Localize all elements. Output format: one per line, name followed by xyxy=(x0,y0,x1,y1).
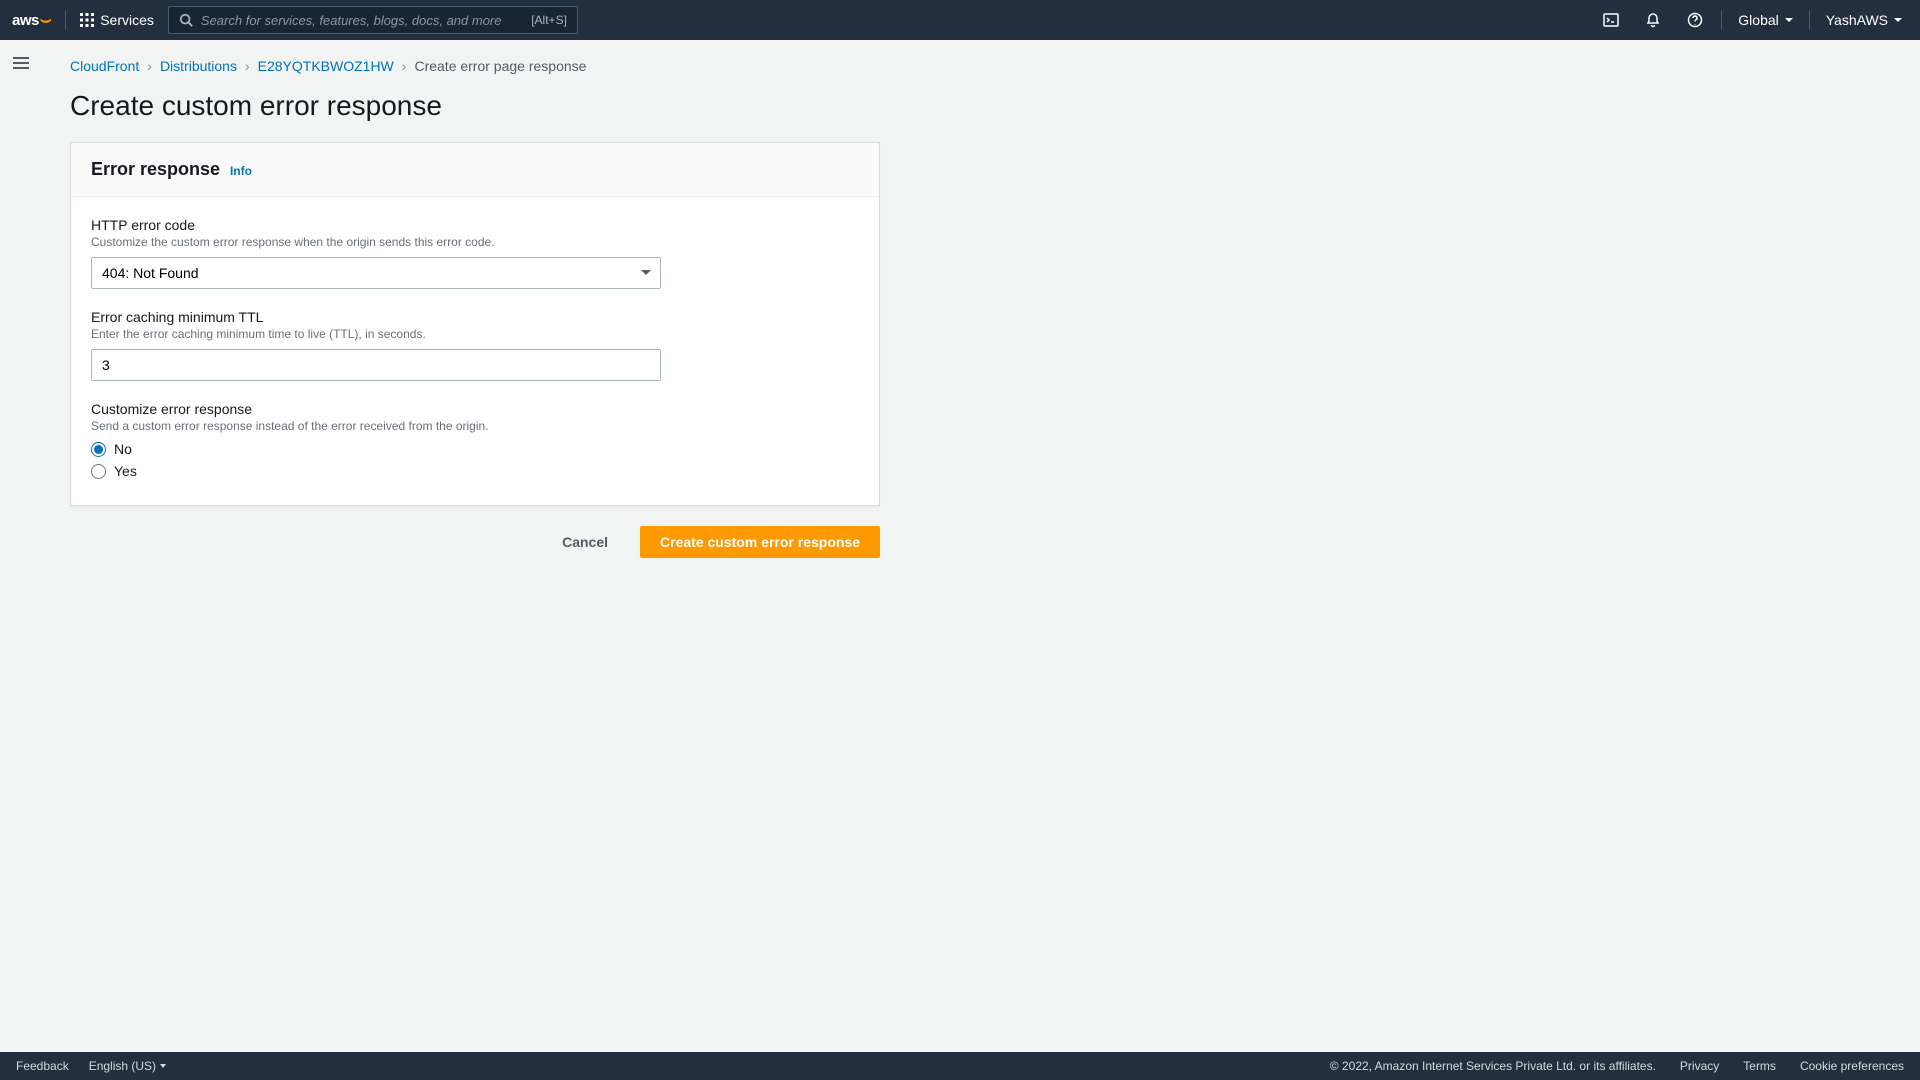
services-grid-icon xyxy=(80,13,94,27)
footer-left: Feedback English (US) xyxy=(16,1059,166,1073)
radio-label-yes[interactable]: Yes xyxy=(114,463,137,479)
side-nav-toggle[interactable] xyxy=(8,50,34,76)
chevron-right-icon: › xyxy=(147,58,152,74)
account-selector[interactable]: YashAWS xyxy=(1820,12,1908,28)
radio-label-no[interactable]: No xyxy=(114,441,132,457)
nav-divider xyxy=(1721,10,1722,30)
hamburger-icon xyxy=(13,57,29,69)
cookie-link[interactable]: Cookie preferences xyxy=(1800,1059,1904,1073)
button-row: Cancel Create custom error response xyxy=(70,526,880,558)
search-shortcut: [Alt+S] xyxy=(531,13,567,27)
field-ttl: Error caching minimum TTL Enter the erro… xyxy=(91,309,859,381)
field-desc: Send a custom error response instead of … xyxy=(91,419,859,433)
breadcrumb-link-cloudfront[interactable]: CloudFront xyxy=(70,58,139,74)
main-content: CloudFront › Distributions › E28YQTKBWOZ… xyxy=(40,40,1920,598)
panel-body: HTTP error code Customize the custom err… xyxy=(71,197,879,505)
breadcrumb-current: Create error page response xyxy=(414,58,586,74)
radio-row-no: No xyxy=(91,441,859,457)
breadcrumb-link-distributions[interactable]: Distributions xyxy=(160,58,237,74)
http-error-select[interactable]: 404: Not Found xyxy=(91,257,661,289)
chevron-right-icon: › xyxy=(402,58,407,74)
field-label: Customize error response xyxy=(91,401,859,417)
feedback-link[interactable]: Feedback xyxy=(16,1059,69,1073)
region-selector[interactable]: Global xyxy=(1732,12,1798,28)
field-label: Error caching minimum TTL xyxy=(91,309,859,325)
top-nav: aws⌣ Services [Alt+S] Global xyxy=(0,0,1920,40)
field-label: HTTP error code xyxy=(91,217,859,233)
nav-divider xyxy=(65,10,66,30)
field-desc: Customize the custom error response when… xyxy=(91,235,859,249)
chevron-right-icon: › xyxy=(245,58,250,74)
help-icon[interactable] xyxy=(1679,4,1711,36)
language-selector[interactable]: English (US) xyxy=(89,1059,166,1073)
panel-title: Error response xyxy=(91,159,220,179)
footer: Feedback English (US) © 2022, Amazon Int… xyxy=(0,1052,1920,1080)
language-label: English (US) xyxy=(89,1059,156,1073)
cloudshell-icon[interactable] xyxy=(1595,4,1627,36)
caret-down-icon xyxy=(1894,18,1902,22)
radio-yes[interactable] xyxy=(91,464,106,479)
top-nav-left: aws⌣ Services [Alt+S] xyxy=(12,6,1595,34)
caret-down-icon xyxy=(1785,18,1793,22)
error-response-panel: Error response Info HTTP error code Cust… xyxy=(70,142,880,506)
aws-logo[interactable]: aws⌣ xyxy=(12,12,51,29)
aws-logo-text: aws xyxy=(12,12,39,29)
services-label: Services xyxy=(100,12,154,28)
breadcrumb: CloudFront › Distributions › E28YQTKBWOZ… xyxy=(70,58,1880,74)
info-link[interactable]: Info xyxy=(230,164,252,178)
privacy-link[interactable]: Privacy xyxy=(1680,1059,1719,1073)
ttl-input[interactable] xyxy=(91,349,661,381)
field-http-error-code: HTTP error code Customize the custom err… xyxy=(91,217,859,289)
global-search[interactable]: [Alt+S] xyxy=(168,6,578,34)
panel-header: Error response Info xyxy=(71,143,879,197)
copyright-text: © 2022, Amazon Internet Services Private… xyxy=(1330,1059,1656,1073)
services-menu-button[interactable]: Services xyxy=(80,12,154,28)
radio-no[interactable] xyxy=(91,442,106,457)
submit-button[interactable]: Create custom error response xyxy=(640,526,880,558)
footer-right: © 2022, Amazon Internet Services Private… xyxy=(1330,1059,1904,1073)
search-input[interactable] xyxy=(201,13,531,28)
nav-divider xyxy=(1809,10,1810,30)
region-label: Global xyxy=(1738,12,1778,28)
cancel-button[interactable]: Cancel xyxy=(542,526,628,558)
http-error-select-wrapper: 404: Not Found xyxy=(91,257,661,289)
terms-link[interactable]: Terms xyxy=(1743,1059,1776,1073)
top-nav-right: Global YashAWS xyxy=(1595,4,1908,36)
radio-row-yes: Yes xyxy=(91,463,859,479)
notifications-icon[interactable] xyxy=(1637,4,1669,36)
page-title: Create custom error response xyxy=(70,90,1880,122)
caret-down-icon xyxy=(160,1064,166,1068)
field-customize: Customize error response Send a custom e… xyxy=(91,401,859,479)
account-label: YashAWS xyxy=(1826,12,1888,28)
search-icon xyxy=(179,13,193,27)
field-desc: Enter the error caching minimum time to … xyxy=(91,327,859,341)
breadcrumb-link-distribution-id[interactable]: E28YQTKBWOZ1HW xyxy=(258,58,394,74)
